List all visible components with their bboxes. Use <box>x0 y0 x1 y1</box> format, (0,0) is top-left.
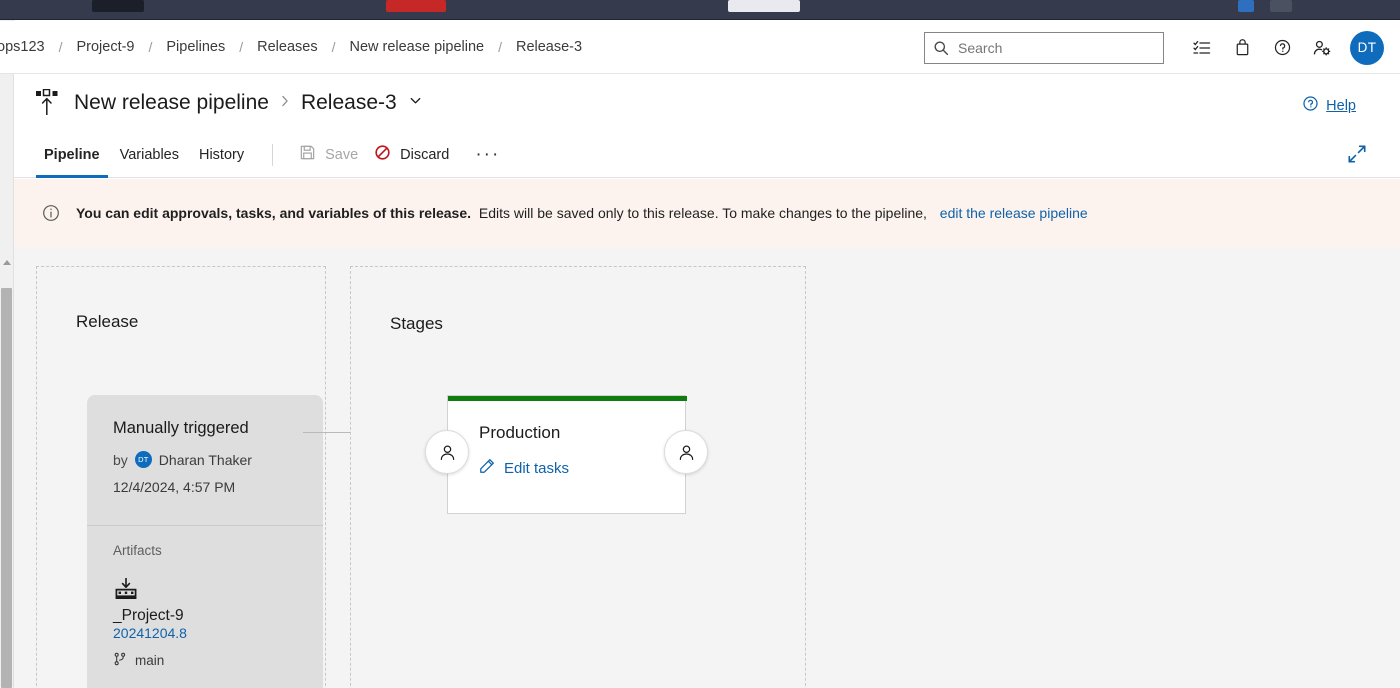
breadcrumb-item-release[interactable]: Release-3 <box>514 39 584 55</box>
tab-history[interactable]: History <box>189 132 254 178</box>
author-avatar: DT <box>134 451 152 468</box>
release-pipeline-icon <box>34 88 60 117</box>
avatar[interactable]: DT <box>1350 30 1384 65</box>
tab-history-label: History <box>198 146 245 163</box>
pre-deployment-approval-icon[interactable] <box>425 430 469 474</box>
artifact-branch: main <box>113 652 187 669</box>
edit-release-pipeline-link[interactable]: edit the release pipeline <box>940 205 1088 221</box>
edit-tasks-label: Edit tasks <box>504 459 570 477</box>
search-icon <box>933 40 949 56</box>
artifact-name: _Project-9 <box>113 607 184 624</box>
branch-name: main <box>135 653 165 668</box>
help-label: Help <box>1326 97 1356 114</box>
artifact-build-link[interactable]: 20241204.8 <box>113 625 187 641</box>
tab-pipeline[interactable]: Pipeline <box>34 132 110 178</box>
breadcrumb-item-pipelines[interactable]: Pipelines <box>164 39 227 55</box>
help-circle-icon[interactable] <box>1262 28 1302 68</box>
scroll-up-arrow-icon[interactable] <box>3 260 11 265</box>
release-card[interactable]: Manually triggered by DT Dharan Thaker 1… <box>87 395 323 688</box>
discard-label: Discard <box>400 146 450 163</box>
stages-panel: Stages Production Edit tasks <box>350 266 806 688</box>
release-panel: Release Manually triggered by DT Dharan … <box>36 266 326 688</box>
release-trigger-label: Manually triggered <box>113 419 249 437</box>
marketplace-bag-icon[interactable] <box>1222 28 1262 68</box>
banner-strong-text: You can edit approvals, tasks, and varia… <box>76 205 472 221</box>
page-scrollbar[interactable] <box>0 20 14 688</box>
tab-pipeline-label: Pipeline <box>44 146 100 163</box>
breadcrumb: ops123 / Project-9 / Pipelines / Release… <box>0 39 584 55</box>
release-author-row: by DT Dharan Thaker <box>113 451 297 468</box>
header-actions: Search DT <box>924 21 1384 74</box>
release-card-header: Manually triggered by DT Dharan Thaker 1… <box>87 395 323 495</box>
release-card-divider <box>87 525 323 526</box>
browser-tab-ghost <box>386 0 446 12</box>
stage-status-bar <box>448 396 687 401</box>
pipeline-toolbar: Pipeline Variables History Save Discard … <box>14 132 1400 178</box>
pencil-icon <box>479 458 495 478</box>
tab-variables-label: Variables <box>119 146 179 163</box>
user-settings-icon[interactable] <box>1302 28 1342 68</box>
by-label: by <box>113 451 128 468</box>
search-input[interactable]: Search <box>924 31 1164 64</box>
breadcrumb-item-organization[interactable]: ops123 <box>0 39 47 55</box>
branch-icon <box>113 652 127 669</box>
stage-name: Production <box>479 423 561 442</box>
more-actions-button[interactable]: ··· <box>463 144 512 166</box>
browser-tab-ghost <box>728 0 800 12</box>
edit-tasks-link[interactable]: Edit tasks <box>479 458 569 478</box>
app-screen: ops123 / Project-9 / Pipelines / Release… <box>0 0 1400 688</box>
expand-diagonal-icon[interactable] <box>1346 143 1370 167</box>
search-placeholder: Search <box>958 39 1003 56</box>
breadcrumb-separator: / <box>58 39 63 55</box>
discard-button[interactable]: Discard <box>366 139 457 171</box>
scrollbar-thumb[interactable] <box>1 288 12 688</box>
save-button[interactable]: Save <box>291 139 366 171</box>
task-list-icon[interactable] <box>1182 28 1222 68</box>
author-name: Dharan Thaker <box>158 451 252 468</box>
help-link[interactable]: Help <box>1302 95 1356 116</box>
post-deployment-approval-icon[interactable] <box>664 430 708 474</box>
browser-tab-ghost <box>1238 0 1254 12</box>
breadcrumb-separator: / <box>331 39 336 55</box>
build-drop-icon <box>113 577 139 601</box>
title-separator-icon <box>280 93 290 114</box>
breadcrumb-separator: / <box>239 39 244 55</box>
breadcrumb-item-releases[interactable]: Releases <box>255 39 319 55</box>
toolbar-divider <box>272 143 274 166</box>
tab-variables[interactable]: Variables <box>110 132 189 178</box>
release-panel-title: Release <box>76 312 139 331</box>
global-header: ops123 / Project-9 / Pipelines / Release… <box>0 21 1400 74</box>
browser-tab-ghost <box>1270 0 1292 12</box>
banner-message: You can edit approvals, tasks, and varia… <box>76 205 1088 221</box>
page-title-row: New release pipeline Release-3 <box>14 74 1400 132</box>
artifacts-label: Artifacts <box>113 543 162 558</box>
breadcrumb-separator: / <box>498 39 502 55</box>
page-title-pipeline: New release pipeline <box>74 91 269 114</box>
info-banner: You can edit approvals, tasks, and varia… <box>14 179 1400 247</box>
stage-card-production[interactable]: Production Edit tasks <box>447 395 687 514</box>
page-title-release: Release-3 <box>300 91 397 114</box>
browser-tab-ghost <box>92 0 144 12</box>
chevron-down-icon[interactable] <box>408 93 423 113</box>
stages-panel-title: Stages <box>390 314 443 333</box>
save-floppy-icon <box>299 144 316 165</box>
breadcrumb-separator: / <box>148 39 153 55</box>
info-circle-icon <box>42 204 60 222</box>
breadcrumb-item-project[interactable]: Project-9 <box>74 39 136 55</box>
browser-chrome-strip <box>0 0 1400 20</box>
banner-body-text: Edits will be saved only to this release… <box>478 205 927 221</box>
artifacts-section: Artifacts _Project-9 20241204.8 main <box>113 543 187 669</box>
breadcrumb-item-pipeline[interactable]: New release pipeline <box>347 39 486 55</box>
help-circle-icon <box>1302 95 1319 116</box>
save-label: Save <box>325 146 359 163</box>
pipeline-canvas: Release Manually triggered by DT Dharan … <box>14 247 1400 688</box>
release-timestamp: 12/4/2024, 4:57 PM <box>113 479 236 495</box>
discard-prohibition-icon <box>374 144 391 165</box>
